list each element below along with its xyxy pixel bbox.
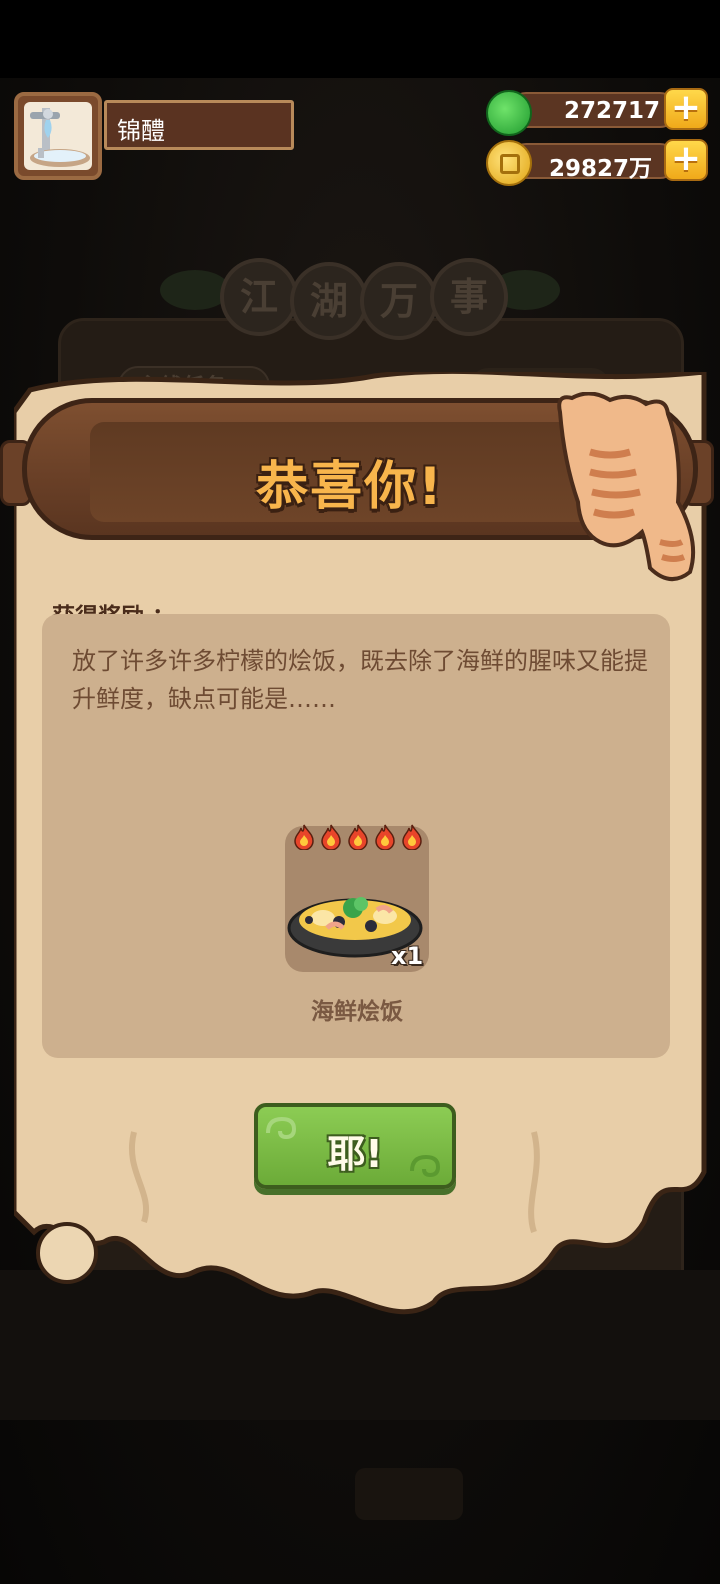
player-name-bar: 锦醴 — [104, 100, 294, 150]
background-title-char: 事 — [430, 258, 508, 336]
confirm-button[interactable]: 耶! — [254, 1103, 456, 1189]
reward-item-card[interactable]: x1 — [285, 824, 429, 972]
background-title-char: 湖 — [290, 262, 368, 340]
coin-value: 29827万 — [548, 156, 652, 182]
background-title-char: 江 — [220, 258, 298, 336]
flame-icon — [348, 824, 368, 850]
modal-title: 恭喜你! — [256, 457, 444, 517]
item-quantity: x1 — [391, 942, 424, 970]
background-title-banner: 江 湖 万 事 — [160, 250, 560, 340]
background-button — [355, 1468, 463, 1520]
coin-resource-bar: 29827万 — [508, 143, 678, 182]
add-jade-button[interactable]: + — [664, 88, 708, 130]
tabby-cat-icon — [557, 392, 696, 581]
faucet-basin-icon — [24, 102, 92, 170]
add-coins-button[interactable]: + — [664, 139, 708, 181]
top-status-band — [0, 0, 720, 78]
confirm-button-label: 耶! — [327, 1132, 383, 1176]
reward-description: 放了许多许多柠檬的烩饭，既去除了海鲜的腥味又能提升鲜度，缺点可能是…… — [72, 647, 648, 713]
gold-coin-icon — [486, 140, 532, 186]
title-plank: 恭喜你! — [90, 422, 610, 522]
player-avatar[interactable] — [14, 92, 102, 180]
flame-icon — [375, 824, 395, 850]
flame-rating — [293, 824, 423, 854]
jade-resource-bar: 272717 — [508, 92, 678, 128]
player-name: 锦醴 — [117, 117, 165, 145]
jade-value: 272717 — [563, 98, 660, 124]
background-title-char: 万 — [360, 262, 438, 340]
reward-item-name: 海鲜烩饭 — [311, 999, 403, 1025]
reward-panel: 放了许多许多柠檬的烩饭，既去除了海鲜的腥味又能提升鲜度，缺点可能是…… x1 海… — [42, 614, 670, 1058]
green-jade-icon — [486, 90, 532, 136]
flame-icon — [294, 824, 314, 850]
flame-icon — [402, 824, 422, 850]
cloth-knot — [36, 1222, 98, 1284]
flame-icon — [321, 824, 341, 850]
